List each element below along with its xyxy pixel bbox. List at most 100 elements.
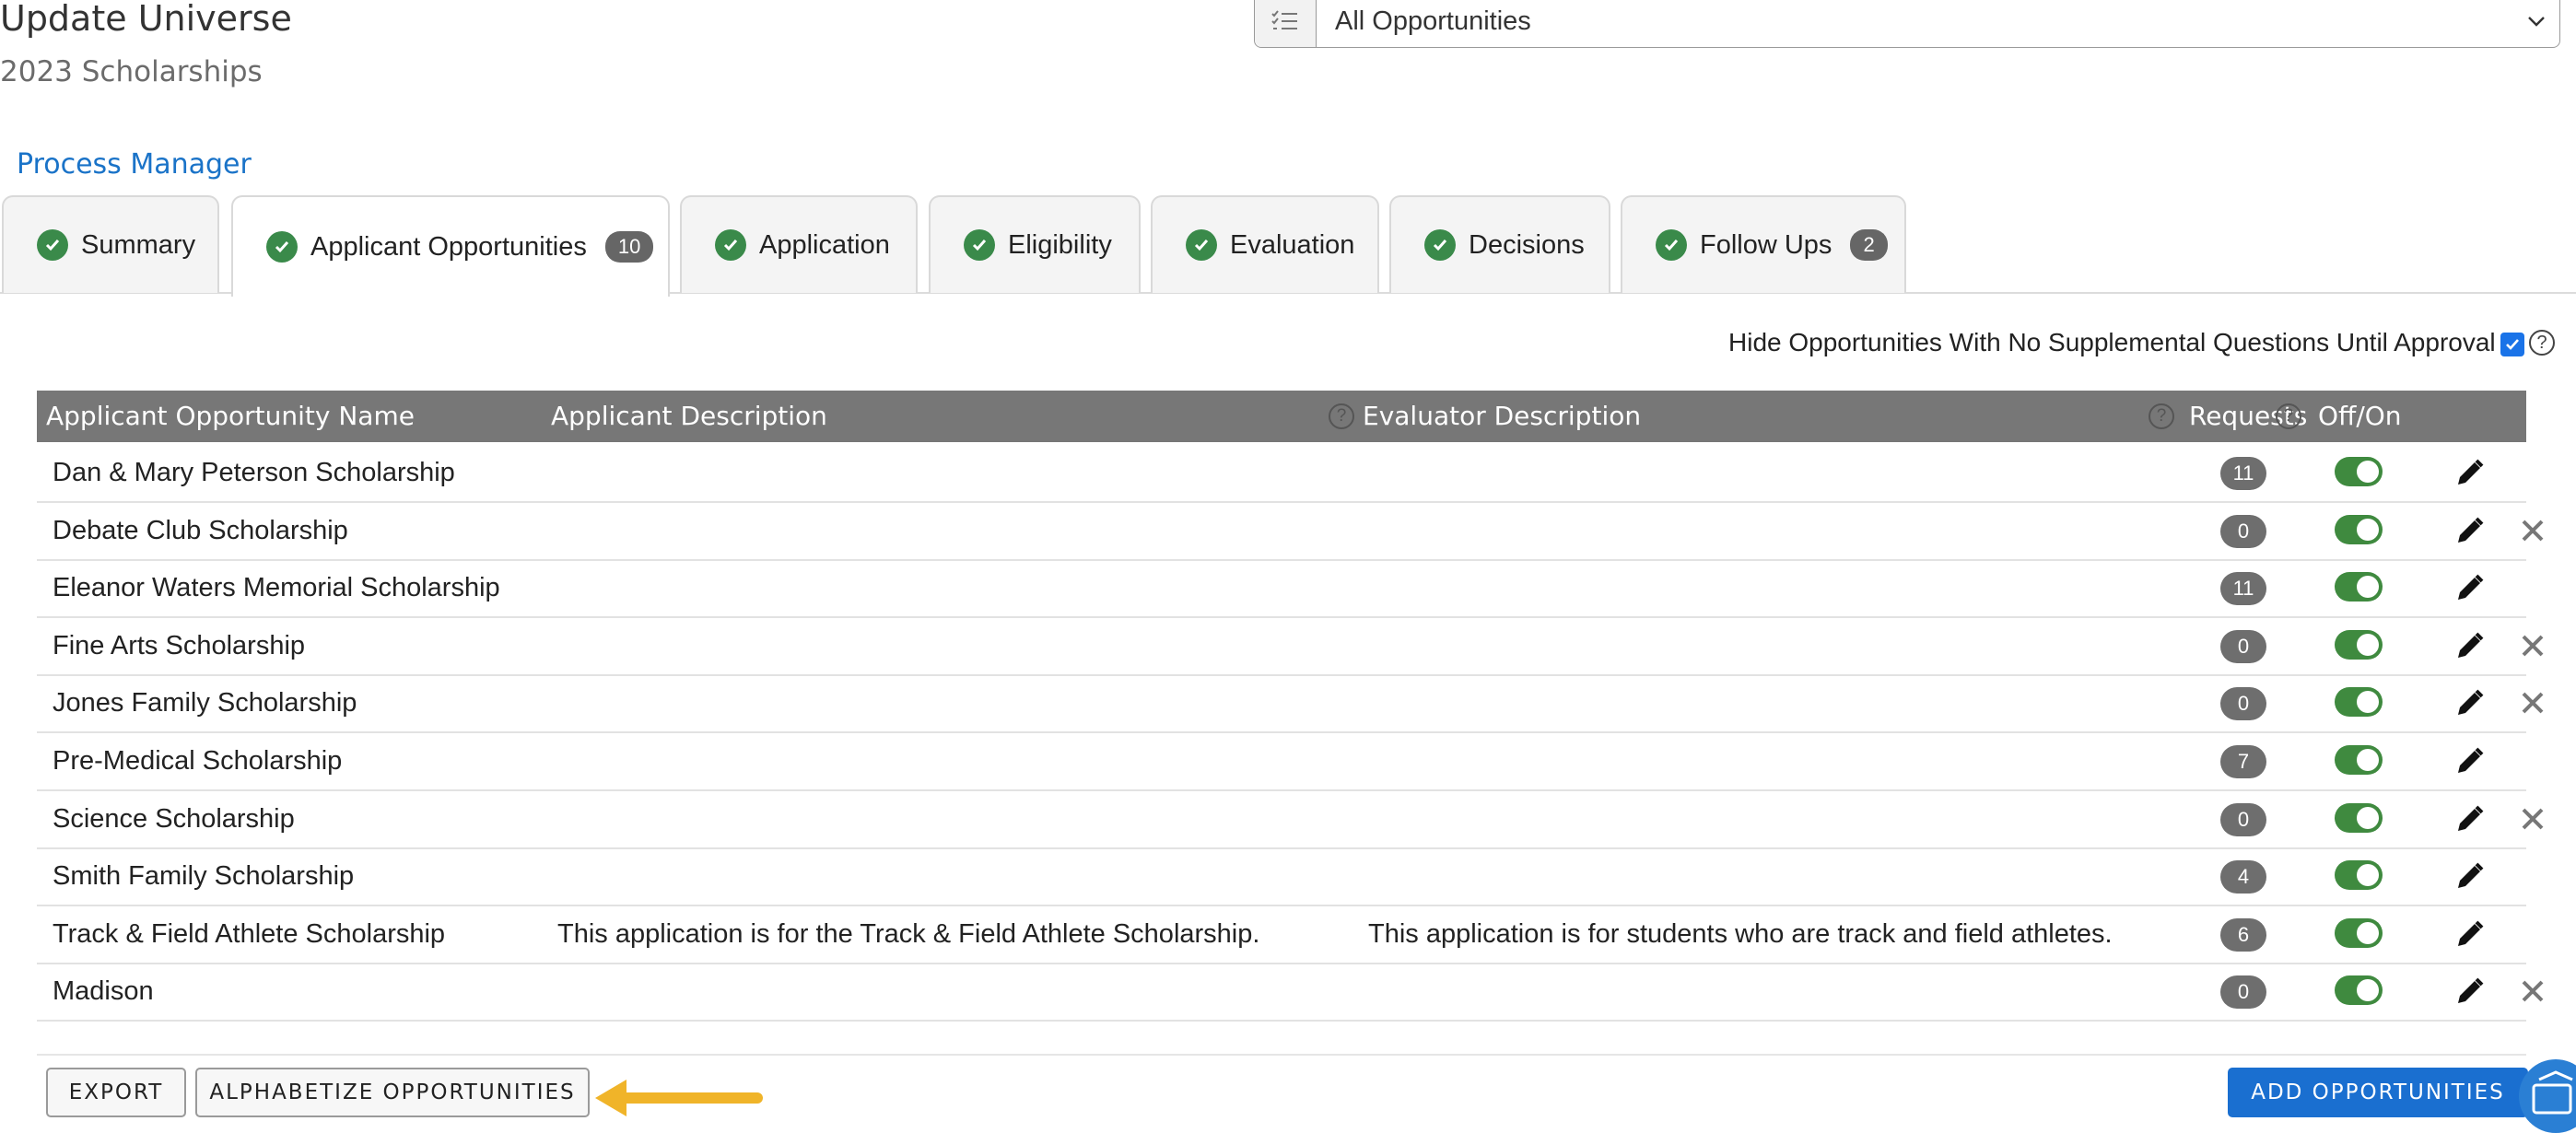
process-manager-link[interactable]: Process Manager	[17, 148, 252, 181]
requests-count-badge: 0	[2220, 630, 2266, 663]
check-circle-icon	[1186, 229, 1217, 261]
on-off-toggle[interactable]	[2335, 515, 2383, 544]
chevron-down-icon	[2513, 16, 2559, 27]
on-off-toggle[interactable]	[2335, 572, 2383, 602]
applicant-description: This application is for the Track & Fiel…	[557, 919, 1260, 949]
x-icon[interactable]	[2517, 803, 2548, 835]
check-circle-icon	[1656, 229, 1687, 261]
on-off-toggle[interactable]	[2335, 457, 2383, 486]
table-row: Debate Club Scholarship 0	[37, 502, 2544, 561]
table-row: Track & Field Athlete Scholarship This ap…	[37, 905, 2526, 964]
opportunity-name: Dan & Mary Peterson Scholarship	[53, 458, 455, 487]
pencil-icon[interactable]	[2453, 457, 2486, 490]
table-row: Madison 0	[37, 963, 2544, 1022]
check-circle-icon	[715, 229, 746, 261]
requests-count-badge: 11	[2220, 572, 2266, 605]
question-circle-icon[interactable]: ?	[1329, 403, 1354, 429]
x-icon[interactable]	[2517, 975, 2548, 1007]
x-icon[interactable]	[2517, 515, 2548, 546]
column-header-applicant-description[interactable]: Applicant Description	[551, 391, 827, 442]
requests-count-badge: 0	[2220, 687, 2266, 720]
hide-opportunities-checkbox[interactable]	[2500, 333, 2524, 356]
requests-count-badge: 7	[2220, 745, 2266, 778]
on-off-toggle[interactable]	[2335, 803, 2383, 833]
on-off-toggle[interactable]	[2335, 975, 2383, 1005]
opportunity-name: Fine Arts Scholarship	[53, 631, 306, 660]
opportunity-name: Madison	[53, 976, 154, 1006]
hide-opportunities-label: Hide Opportunities With No Supplemental …	[1728, 328, 2496, 356]
tab-bar: Summary Applicant Opportunities 10 Appli…	[0, 195, 2576, 297]
export-button[interactable]: EXPORT	[46, 1068, 186, 1117]
opportunity-name: Eleanor Waters Memorial Scholarship	[53, 573, 500, 602]
table-row: Smith Family Scholarship 4	[37, 847, 2526, 906]
tab-follow-ups[interactable]: Follow Ups 2	[1621, 195, 1906, 293]
pencil-icon[interactable]	[2453, 515, 2486, 548]
tab-summary[interactable]: Summary	[2, 195, 219, 293]
requests-count-badge: 0	[2220, 515, 2266, 548]
x-icon[interactable]	[2517, 630, 2548, 661]
check-circle-icon	[266, 231, 298, 263]
left-arrow-icon	[593, 1076, 765, 1125]
tab-label: Decisions	[1469, 229, 1585, 260]
pencil-icon[interactable]	[2453, 630, 2486, 663]
count-badge: 10	[604, 231, 654, 263]
tab-label: Eligibility	[1008, 229, 1112, 260]
on-off-toggle[interactable]	[2335, 860, 2383, 890]
table-row: Dan & Mary Peterson Scholarship 11	[37, 444, 2526, 503]
tab-label: Application	[759, 229, 890, 260]
column-header-evaluator-description[interactable]: Evaluator Description	[1363, 391, 1641, 442]
tab-decisions[interactable]: Decisions	[1389, 195, 1610, 293]
column-header-off-on: Off/On	[2318, 401, 2402, 431]
pencil-icon[interactable]	[2453, 975, 2486, 1009]
tab-applicant-opportunities[interactable]: Applicant Opportunities 10	[231, 195, 670, 297]
on-off-toggle[interactable]	[2335, 745, 2383, 775]
evaluator-description: This application is for students who are…	[1368, 919, 2113, 949]
requests-count-badge: 6	[2220, 918, 2266, 952]
tab-application[interactable]: Application	[680, 195, 918, 293]
requests-count-badge: 0	[2220, 803, 2266, 836]
footer-divider	[37, 1054, 2526, 1056]
count-badge: 2	[1850, 229, 1888, 261]
opportunity-name: Track & Field Athlete Scholarship	[53, 919, 446, 949]
tab-evaluation[interactable]: Evaluation	[1151, 195, 1379, 293]
x-icon[interactable]	[2517, 687, 2548, 718]
opportunity-name: Pre-Medical Scholarship	[53, 746, 343, 776]
list-check-icon	[1255, 0, 1317, 47]
pencil-icon[interactable]	[2453, 803, 2486, 836]
table-row: Eleanor Waters Memorial Scholarship 11	[37, 559, 2526, 618]
pencil-icon[interactable]	[2453, 687, 2486, 720]
question-circle-icon[interactable]: ?	[2149, 403, 2174, 429]
requests-count-badge: 0	[2220, 975, 2266, 1009]
page-subtitle: 2023 Scholarships	[0, 55, 263, 88]
opportunity-name: Jones Family Scholarship	[53, 688, 357, 718]
table-row: Jones Family Scholarship 0	[37, 674, 2544, 733]
table-header: Applicant Opportunity Name Applicant Des…	[37, 391, 2526, 442]
question-circle-icon[interactable]: ?	[2529, 330, 2555, 356]
on-off-toggle[interactable]	[2335, 687, 2383, 717]
pencil-icon[interactable]	[2453, 918, 2486, 952]
requests-count-badge: 4	[2220, 860, 2266, 894]
opportunity-name: Debate Club Scholarship	[53, 516, 348, 545]
check-circle-icon	[1424, 229, 1456, 261]
column-header-name[interactable]: Applicant Opportunity Name	[46, 391, 415, 442]
pencil-icon[interactable]	[2453, 745, 2486, 778]
opportunity-name: Smith Family Scholarship	[53, 861, 355, 891]
on-off-toggle[interactable]	[2335, 630, 2383, 660]
alphabetize-opportunities-button[interactable]: ALPHABETIZE OPPORTUNITIES	[195, 1068, 590, 1117]
tab-label: Applicant Opportunities	[310, 231, 587, 262]
pencil-icon[interactable]	[2453, 860, 2486, 894]
filter-value: All Opportunities	[1335, 6, 1531, 36]
check-circle-icon	[964, 229, 995, 261]
requests-count-badge: 11	[2220, 457, 2266, 490]
opportunity-name: Science Scholarship	[53, 804, 295, 834]
on-off-toggle[interactable]	[2335, 918, 2383, 948]
question-circle-icon[interactable]: ?	[2276, 403, 2301, 429]
table-row: Science Scholarship 0	[37, 790, 2544, 849]
tab-eligibility[interactable]: Eligibility	[929, 195, 1141, 293]
page-title: Update Universe	[0, 0, 292, 39]
pencil-icon[interactable]	[2453, 572, 2486, 605]
check-circle-icon	[37, 229, 68, 261]
opportunity-filter-select[interactable]: All Opportunities	[1254, 0, 2560, 48]
tab-label: Follow Ups	[1700, 229, 1832, 260]
add-opportunities-button[interactable]: ADD OPPORTUNITIES	[2228, 1068, 2528, 1117]
